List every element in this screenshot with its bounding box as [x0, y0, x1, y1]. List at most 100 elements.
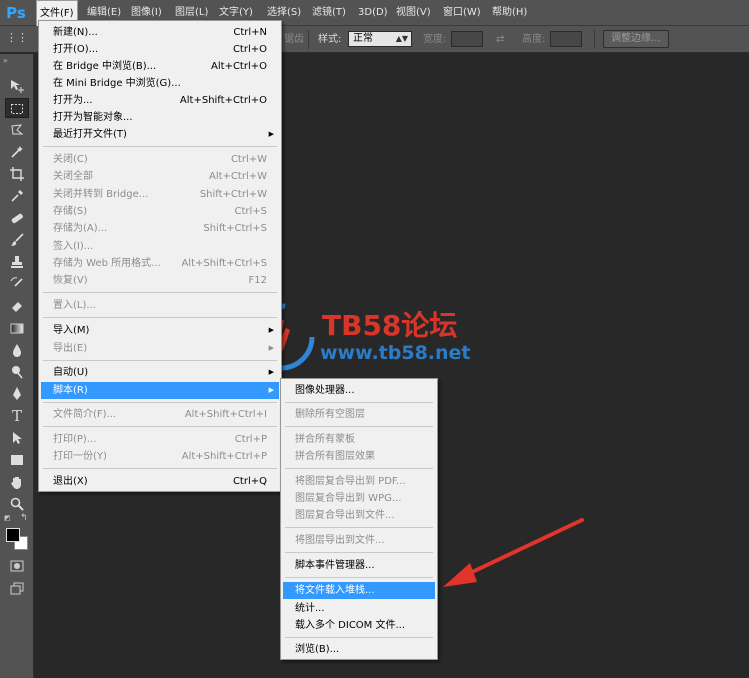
menu-item-import[interactable]: 导入(M) ▶: [41, 322, 279, 339]
foreground-color-swatch[interactable]: [6, 528, 20, 542]
script-item-comps-to-pdf[interactable]: 将图层复合导出到 PDF...: [283, 473, 435, 490]
menu-3d[interactable]: 3D(D): [355, 0, 391, 26]
path-selection-tool-icon[interactable]: [5, 428, 29, 448]
menu-item-open[interactable]: 打开(O)... Ctrl+O: [41, 41, 279, 58]
menu-item-close-all[interactable]: 关闭全部 Alt+Ctrl+W: [41, 168, 279, 185]
menu-item-close[interactable]: 关闭(C) Ctrl+W: [41, 151, 279, 168]
menu-item-recent-files[interactable]: 最近打开文件(T) ▶: [41, 126, 279, 143]
menu-view[interactable]: 视图(V): [393, 0, 434, 26]
menu-item-export[interactable]: 导出(E) ▶: [41, 340, 279, 357]
file-menu-dropdown: 新建(N)... Ctrl+N 打开(O)... Ctrl+O 在 Bridge 中…: [38, 20, 282, 492]
script-item-browse[interactable]: 浏览(B)...: [283, 641, 435, 658]
menu-item-file-info[interactable]: 文件简介(F)... Alt+Shift+Ctrl+I: [41, 406, 279, 423]
menu-item-print[interactable]: 打印(P)... Ctrl+P: [41, 431, 279, 448]
script-item-event-manager[interactable]: 脚本事件管理器...: [283, 557, 435, 574]
menu-separator: [43, 402, 277, 403]
menu-help[interactable]: 帮助(H): [489, 0, 530, 26]
zoom-tool-icon[interactable]: [5, 494, 29, 514]
menu-separator: [285, 577, 433, 578]
script-item-image-processor[interactable]: 图像处理器...: [283, 382, 435, 399]
menu-item-label: 新建(N)...: [53, 27, 98, 38]
menu-item-close-go-bridge[interactable]: 关闭并转到 Bridge... Shift+Ctrl+W: [41, 186, 279, 203]
options-divider: [594, 30, 595, 49]
menu-item-save[interactable]: 存储(S) Ctrl+S: [41, 203, 279, 220]
script-item-flatten-masks[interactable]: 拼合所有蒙板: [283, 431, 435, 448]
script-item-delete-empty-layers[interactable]: 删除所有空图层: [283, 406, 435, 423]
menu-item-automate[interactable]: 自动(U) ▶: [41, 364, 279, 381]
eraser-tool-icon[interactable]: [5, 296, 29, 316]
menu-item-check-in[interactable]: 签入(I)...: [41, 238, 279, 255]
brush-tool-icon[interactable]: [5, 230, 29, 250]
menu-item-label: 最近打开文件(T): [53, 129, 127, 140]
menu-separator: [285, 402, 433, 403]
type-tool-icon[interactable]: T: [5, 406, 29, 426]
menu-item-label: 打印一份(Y): [53, 451, 107, 462]
quick-mask-icon[interactable]: [5, 556, 29, 576]
magic-wand-tool-icon[interactable]: [5, 142, 29, 162]
script-item-comps-to-wpg[interactable]: 图层复合导出到 WPG...: [283, 490, 435, 507]
tool-preset-icon[interactable]: ⋮⋮: [6, 31, 28, 45]
script-item-layers-to-files[interactable]: 将图层导出到文件...: [283, 532, 435, 549]
menu-item-new[interactable]: 新建(N)... Ctrl+N: [41, 24, 279, 41]
dodge-tool-icon[interactable]: [5, 362, 29, 382]
swap-icon[interactable]: ⇄: [496, 26, 504, 53]
menu-separator: [43, 292, 277, 293]
blur-tool-icon[interactable]: [5, 340, 29, 360]
swap-colors-icon[interactable]: ↰: [20, 513, 30, 523]
move-tool-icon[interactable]: [5, 76, 29, 96]
menu-item-open-smart-object[interactable]: 打开为智能对象...: [41, 109, 279, 126]
menu-item-save-as[interactable]: 存储为(A)... Shift+Ctrl+S: [41, 220, 279, 237]
menu-item-label: 拼合所有图层效果: [295, 451, 375, 462]
options-divider: [308, 30, 309, 49]
menu-item-browse-bridge[interactable]: 在 Bridge 中浏览(B)... Alt+Ctrl+O: [41, 58, 279, 75]
refine-edge-button[interactable]: 调整边缘...: [603, 30, 669, 48]
clone-stamp-tool-icon[interactable]: [5, 252, 29, 272]
screen-mode-icon[interactable]: [5, 578, 29, 598]
collapse-icon[interactable]: »: [3, 56, 8, 65]
script-item-load-dicom[interactable]: 载入多个 DICOM 文件...: [283, 617, 435, 634]
marquee-tool-icon[interactable]: [5, 98, 29, 118]
rectangle-tool-icon[interactable]: [5, 450, 29, 470]
menu-item-print-one-copy[interactable]: 打印一份(Y) Alt+Shift+Ctrl+P: [41, 448, 279, 465]
menu-item-exit[interactable]: 退出(X) Ctrl+Q: [41, 473, 279, 490]
script-item-statistics[interactable]: 统计...: [283, 600, 435, 617]
anti-alias-label: 锯齿: [284, 34, 304, 45]
lasso-tool-icon[interactable]: [5, 120, 29, 140]
pen-tool-icon[interactable]: [5, 384, 29, 404]
width-input[interactable]: [451, 31, 483, 47]
hand-tool-icon[interactable]: [5, 472, 29, 492]
menu-item-label: 恢复(V): [53, 275, 88, 286]
menu-item-shortcut: Alt+Shift+Ctrl+P: [181, 451, 267, 462]
default-colors-icon[interactable]: ◩: [4, 514, 14, 524]
submenu-arrow-icon: ▶: [268, 368, 274, 376]
eyedropper-tool-icon[interactable]: [5, 186, 29, 206]
script-item-comps-to-files[interactable]: 图层复合导出到文件...: [283, 507, 435, 524]
menu-item-revert[interactable]: 恢复(V) F12: [41, 272, 279, 289]
menu-separator: [43, 468, 277, 469]
menu-item-scripts[interactable]: 脚本(R) ▶: [41, 382, 279, 399]
script-item-load-files-into-stack[interactable]: 将文件载入堆栈...: [283, 582, 435, 599]
history-brush-tool-icon[interactable]: [5, 274, 29, 294]
menu-item-place[interactable]: 置入(L)...: [41, 297, 279, 314]
menu-item-save-for-web[interactable]: 存储为 Web 所用格式... Alt+Shift+Ctrl+S: [41, 255, 279, 272]
height-input[interactable]: [550, 31, 582, 47]
menu-separator: [285, 468, 433, 469]
healing-brush-tool-icon[interactable]: [5, 208, 29, 228]
menu-item-shortcut: Ctrl+P: [234, 434, 267, 445]
menu-filter[interactable]: 滤镜(T): [309, 0, 349, 26]
crop-tool-icon[interactable]: [5, 164, 29, 184]
gradient-tool-icon[interactable]: [5, 318, 29, 338]
menu-item-label: 将文件载入堆栈...: [295, 585, 375, 596]
menu-item-open-as[interactable]: 打开为... Alt+Shift+Ctrl+O: [41, 92, 279, 109]
menu-item-label: 将图层复合导出到 PDF...: [295, 476, 406, 487]
menu-separator: [43, 317, 277, 318]
menu-item-label: 删除所有空图层: [295, 409, 365, 420]
tools-panel: » T ◩ ↰: [0, 54, 34, 678]
script-item-flatten-layer-effects[interactable]: 拼合所有图层效果: [283, 448, 435, 465]
menu-item-shortcut: Alt+Ctrl+O: [211, 61, 267, 72]
menu-item-label: 打开为...: [53, 95, 93, 106]
menu-item-label: 打开为智能对象...: [53, 112, 133, 123]
style-select[interactable]: 正常 ▲▼: [348, 31, 412, 47]
menu-item-browse-mini-bridge[interactable]: 在 Mini Bridge 中浏览(G)...: [41, 75, 279, 92]
menu-window[interactable]: 窗口(W): [440, 0, 484, 26]
